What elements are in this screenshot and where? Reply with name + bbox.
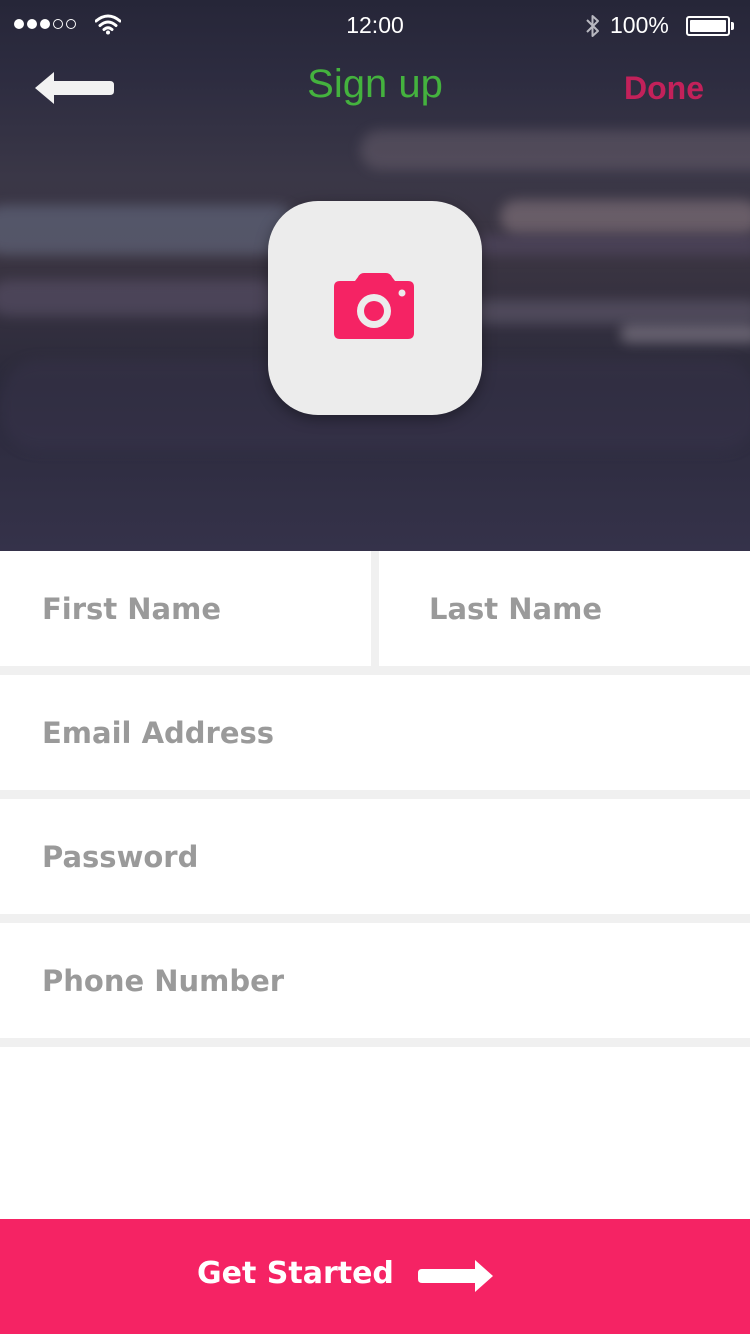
battery-icon: [686, 16, 730, 36]
email-field[interactable]: [0, 675, 750, 790]
form-spacer: [0, 1047, 750, 1219]
phone-number-field[interactable]: [0, 923, 750, 1038]
last-name-field[interactable]: [379, 551, 750, 666]
password-field[interactable]: [0, 799, 750, 914]
get-started-label: Get Started: [197, 1256, 394, 1291]
first-name-field[interactable]: [0, 551, 371, 666]
signup-screen: 12:00 100% Sign up Done Get Started: [0, 0, 750, 1334]
status-bar: 12:00 100%: [0, 0, 750, 52]
battery-percentage: 100%: [610, 12, 669, 38]
done-button[interactable]: Done: [624, 70, 704, 107]
camera-icon: [334, 273, 414, 339]
bluetooth-icon: [586, 15, 599, 37]
profile-photo-picker[interactable]: [268, 201, 482, 415]
signup-form: [0, 551, 750, 1219]
arrow-right-icon: [418, 1260, 493, 1292]
get-started-button[interactable]: Get Started: [0, 1219, 750, 1334]
